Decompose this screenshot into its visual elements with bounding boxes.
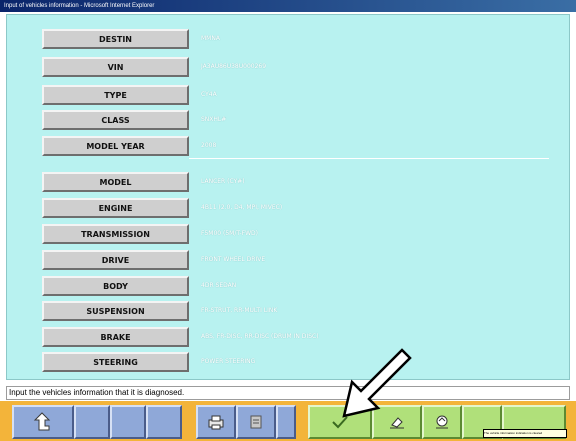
vehicle-info-panel: DESTIN MMNA VIN JA3AU86U38U000269 TYPE C… [6,14,570,380]
steering-button[interactable]: STEERING [42,352,189,372]
toolbar-slot-2[interactable] [110,405,146,439]
transmission-button[interactable]: TRANSMISSION [42,224,189,244]
clear-info-icon [436,415,448,429]
drive-button[interactable]: DRIVE [42,250,189,270]
toolbar-slot-4[interactable] [276,405,296,439]
class-button[interactable]: CLASS [42,110,189,130]
notepad-icon [250,415,262,429]
tooltip: The vehicle information indication is cl… [483,429,567,438]
vin-value: JA3AU86U38U000269 [201,63,267,70]
back-button[interactable] [12,405,74,439]
brake-value: ABS, FR-DISC, RR-DISC (DRUM IN DISC) [201,333,319,340]
engine-button[interactable]: ENGINE [42,198,189,218]
class-value: SNXHL# [201,116,227,123]
toolbar-slot-3[interactable] [146,405,182,439]
body-button[interactable]: BODY [42,276,189,296]
pointer-arrow-icon [342,348,412,418]
memo-button[interactable] [236,405,276,439]
destin-button[interactable]: DESTIN [42,29,189,49]
print-button[interactable] [196,405,236,439]
status-bar: Input the vehicles information that it i… [6,386,570,400]
steering-value: POWER STEERING [201,358,256,365]
window-title: Input of vehicles information - Microsof… [4,3,155,9]
drive-value: FRONT WHEEL DRIVE [201,256,266,263]
type-button[interactable]: TYPE [42,85,189,105]
model-value: LANCER (CY#) [201,178,245,185]
vin-button[interactable]: VIN [42,57,189,77]
status-text: Input the vehicles information that it i… [9,388,185,397]
section-divider [189,158,549,159]
toolbar-slot-1[interactable] [74,405,110,439]
engine-value: 4B11 (2.0, D4, MPI, MIVEC) [201,204,283,211]
tooltip-text: The vehicle information indication is cl… [484,431,543,435]
printer-icon [208,415,224,430]
window-title-bar: Input of vehicles information - Microsof… [0,0,576,12]
type-value: CY4A [201,91,217,98]
transmission-value: F5M00 (5M/T-FWD) [201,230,258,237]
brake-button[interactable]: BRAKE [42,327,189,347]
destin-value: MMNA [201,35,220,42]
suspension-value: FR-STRUT, RR-MULTI LINK [201,307,278,314]
return-arrow-icon [33,412,51,431]
model-year-value: 2008 [201,142,217,149]
model-year-button[interactable]: MODEL YEAR [42,136,189,156]
body-value: 4DR SEDAN [201,282,237,289]
model-button[interactable]: MODEL [42,172,189,192]
suspension-button[interactable]: SUSPENSION [42,301,189,321]
